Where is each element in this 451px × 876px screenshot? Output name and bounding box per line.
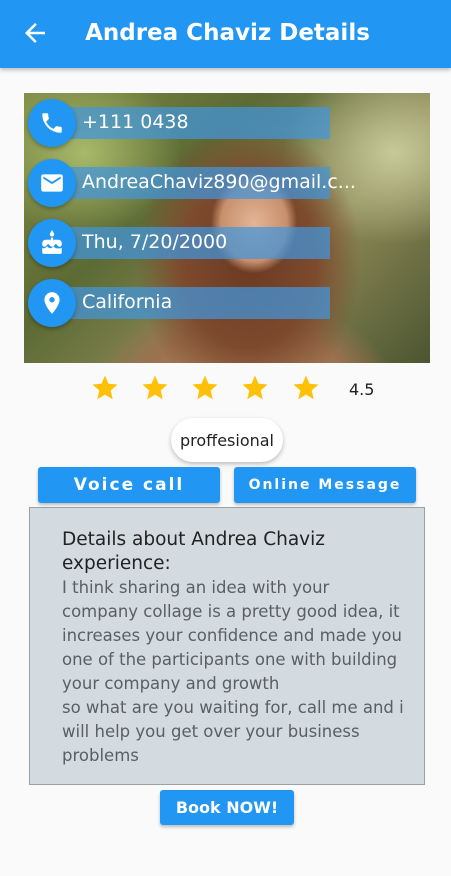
email-icon <box>28 159 76 207</box>
profession-chip[interactable]: proffesional <box>171 418 283 462</box>
star-icon[interactable] <box>240 373 270 403</box>
details-card: Details about Andrea Chaviz experience: … <box>29 507 425 785</box>
details-heading: Details about Andrea Chaviz experience: <box>62 529 325 574</box>
star-icon[interactable] <box>140 373 170 403</box>
birthday-text: Thu, 7/20/2000 <box>82 231 228 253</box>
cake-icon <box>28 219 76 267</box>
star-icon[interactable] <box>190 373 220 403</box>
phone-icon <box>28 99 76 147</box>
star-icon[interactable] <box>291 373 321 403</box>
details-body: I think sharing an idea with your compan… <box>62 578 404 765</box>
star-rating[interactable] <box>90 373 390 407</box>
app-bar: Andrea Chaviz Details <box>0 0 451 68</box>
online-message-button[interactable]: Online Message <box>234 467 416 503</box>
voice-call-button[interactable]: Voice call <box>38 467 220 503</box>
location-pin-icon <box>28 279 76 327</box>
rating-value: 4.5 <box>349 380 375 399</box>
star-icon[interactable] <box>90 373 120 403</box>
location-text: California <box>82 291 173 313</box>
phone-text: +111 0438 <box>82 111 189 133</box>
page-title: Andrea Chaviz Details <box>85 20 370 46</box>
email-text: AndreaChaviz890@gmail.c... <box>82 171 356 193</box>
book-now-button[interactable]: Book NOW! <box>160 790 294 825</box>
